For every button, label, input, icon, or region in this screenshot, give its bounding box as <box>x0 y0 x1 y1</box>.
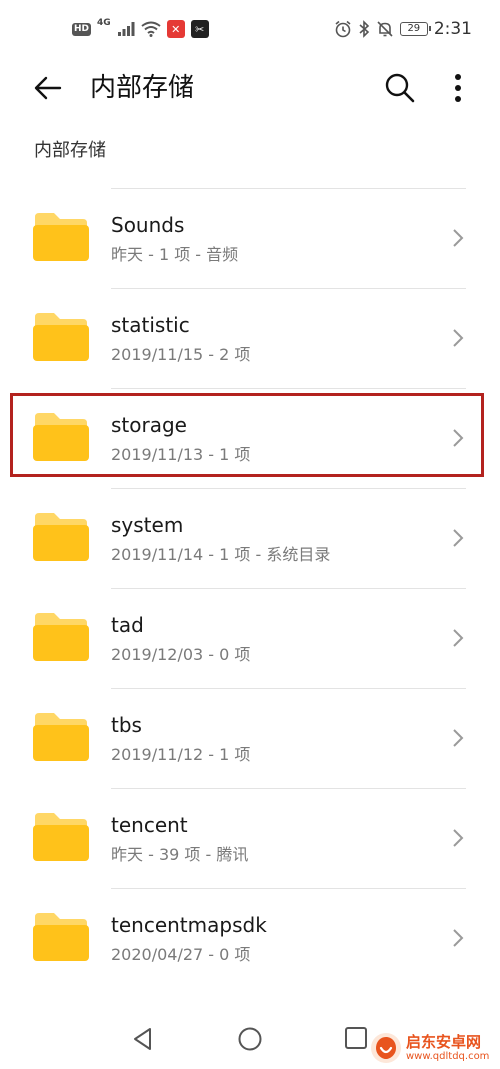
file-meta: 昨天 - 39 项 - 腾讯 <box>111 845 249 864</box>
watermark-text: 启东安卓网 www.qdltdq.com <box>406 1032 490 1063</box>
watermark-title: 启东安卓网 <box>406 1032 482 1051</box>
hd-badge: HD <box>72 22 92 36</box>
folder-icon <box>33 913 89 961</box>
file-name: Sounds <box>111 213 185 237</box>
folder-row-tencent[interactable]: tencent 昨天 - 39 项 - 腾讯 <box>0 788 500 888</box>
chevron-right-icon <box>453 929 464 947</box>
folder-row-storage[interactable]: storage 2019/11/13 - 1 项 <box>0 388 500 488</box>
file-name: tbs <box>111 713 142 737</box>
row-divider <box>111 388 466 389</box>
folder-icon <box>33 313 89 361</box>
file-name: system <box>111 513 184 537</box>
arrow-left-icon <box>34 76 62 100</box>
chevron-right-icon <box>453 329 464 347</box>
status-time: 2:31 <box>433 19 472 39</box>
folder-icon <box>33 213 89 261</box>
file-meta: 2019/11/15 - 2 项 <box>111 345 251 364</box>
nav-recent-apps-square-icon[interactable] <box>344 1026 368 1050</box>
row-divider <box>111 288 466 289</box>
file-list: Sounds 昨天 - 1 项 - 音频 statistic 2019/11/1… <box>0 188 500 988</box>
chevron-right-icon <box>453 429 464 447</box>
battery-indicator: 29 <box>399 22 431 36</box>
folder-row-tbs[interactable]: tbs 2019/11/12 - 1 项 <box>0 688 500 788</box>
status-bar: HD 4G ✕ ✂ 29 2:31 <box>0 0 500 60</box>
app-notification-icon: ✕ <box>166 20 185 38</box>
file-meta: 2019/11/13 - 1 项 <box>111 445 251 464</box>
file-name: tencentmapsdk <box>111 913 267 937</box>
status-right: 29 2:31 <box>334 18 472 40</box>
app-bar: 内部存储 <box>0 60 500 116</box>
folder-icon <box>33 713 89 761</box>
nav-home-circle-icon[interactable] <box>237 1026 263 1052</box>
file-meta: 2019/11/12 - 1 项 <box>111 745 251 764</box>
site-watermark: 启东安卓网 www.qdltdq.com <box>370 1028 498 1068</box>
row-divider <box>111 688 466 689</box>
alarm-icon <box>335 20 351 38</box>
more-vertical-icon <box>455 74 461 102</box>
folder-row-tad[interactable]: tad 2019/12/03 - 0 项 <box>0 588 500 688</box>
back-button[interactable] <box>30 70 66 106</box>
folder-icon <box>33 613 89 661</box>
cell-signal-icon <box>117 22 135 36</box>
file-meta: 2019/11/14 - 1 项 - 系统目录 <box>111 545 331 564</box>
breadcrumb[interactable]: 内部存储 <box>34 139 106 163</box>
file-name: tad <box>111 613 144 637</box>
watermark-logo-icon <box>371 1033 401 1063</box>
chevron-right-icon <box>453 529 464 547</box>
folder-row-system[interactable]: system 2019/11/14 - 1 项 - 系统目录 <box>0 488 500 588</box>
file-meta: 昨天 - 1 项 - 音频 <box>111 245 239 264</box>
mute-icon <box>377 21 393 37</box>
row-divider <box>111 888 466 889</box>
chevron-right-icon <box>453 229 464 247</box>
nav-back-triangle-icon[interactable] <box>130 1026 156 1052</box>
bluetooth-icon <box>359 20 369 38</box>
status-left: HD 4G ✕ ✂ <box>72 18 209 40</box>
chevron-right-icon <box>453 829 464 847</box>
chevron-right-icon <box>453 629 464 647</box>
folder-icon <box>33 413 89 461</box>
row-divider <box>111 188 466 189</box>
file-meta: 2020/04/27 - 0 项 <box>111 945 251 964</box>
network-type-label: 4G <box>97 18 111 28</box>
row-divider <box>111 588 466 589</box>
capcut-notification-icon: ✂ <box>190 20 209 38</box>
more-options-button[interactable] <box>442 69 474 107</box>
watermark-url: www.qdltdq.com <box>406 1050 490 1062</box>
file-name: tencent <box>111 813 188 837</box>
search-icon <box>385 73 415 103</box>
row-divider <box>111 488 466 489</box>
file-name: storage <box>111 413 187 437</box>
folder-icon <box>33 813 89 861</box>
wifi-icon <box>141 21 161 37</box>
search-button[interactable] <box>381 69 419 107</box>
folder-row-tencentmapsdk[interactable]: tencentmapsdk 2020/04/27 - 0 项 <box>0 888 500 988</box>
file-name: statistic <box>111 313 190 337</box>
page-title: 内部存储 <box>90 73 195 103</box>
row-divider <box>111 788 466 789</box>
file-meta: 2019/12/03 - 0 项 <box>111 645 251 664</box>
chevron-right-icon <box>453 729 464 747</box>
folder-row-statistic[interactable]: statistic 2019/11/15 - 2 项 <box>0 288 500 388</box>
folder-row-sounds[interactable]: Sounds 昨天 - 1 项 - 音频 <box>0 188 500 288</box>
folder-icon <box>33 513 89 561</box>
